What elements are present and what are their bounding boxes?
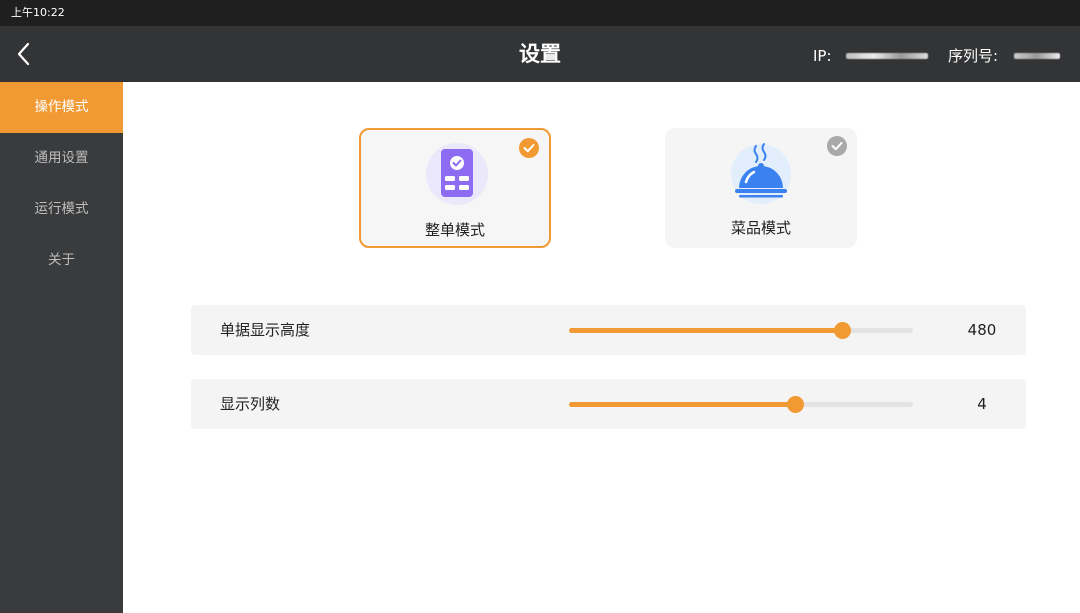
selected-check-icon (519, 138, 539, 158)
mode-label: 菜品模式 (730, 219, 791, 237)
slider-fill (569, 402, 795, 407)
app-header: 设置 IP: 序列号: (0, 26, 1080, 82)
mode-card-order[interactable]: 整单模式 (359, 128, 551, 248)
sidebar: 操作模式 通用设置 运行模式 关于 (0, 82, 123, 613)
sidebar-item-general-settings[interactable]: 通用设置 (0, 133, 123, 184)
order-document-icon (426, 143, 488, 205)
columns-slider[interactable] (569, 396, 913, 413)
mode-label: 整单模式 (424, 221, 485, 239)
setting-label: 显示列数 (220, 395, 281, 413)
sidebar-item-about[interactable]: 关于 (0, 235, 123, 286)
slider-thumb[interactable] (786, 396, 804, 413)
serial-value-redacted (1014, 53, 1060, 59)
ip-label: IP: (813, 47, 832, 65)
setting-row-height: 单据显示高度 480 (191, 305, 1026, 355)
setting-value: 4 (977, 395, 987, 413)
setting-label: 单据显示高度 (220, 321, 311, 339)
height-slider[interactable] (569, 322, 913, 339)
ip-value-redacted (846, 53, 928, 59)
slider-thumb[interactable] (833, 322, 851, 339)
serial-label: 序列号: (948, 47, 999, 65)
status-bar: 上午10:22 (0, 0, 1080, 26)
sidebar-item-operation-mode[interactable]: 操作模式 (0, 82, 123, 133)
setting-row-columns: 显示列数 4 (191, 379, 1026, 429)
slider-fill (569, 328, 843, 333)
food-cloche-icon (731, 143, 791, 204)
setting-value: 480 (967, 321, 997, 339)
status-time: 上午10:22 (11, 6, 65, 19)
sidebar-item-run-mode[interactable]: 运行模式 (0, 184, 123, 235)
mode-card-dish[interactable]: 菜品模式 (665, 128, 857, 248)
unselected-check-icon (827, 136, 847, 156)
